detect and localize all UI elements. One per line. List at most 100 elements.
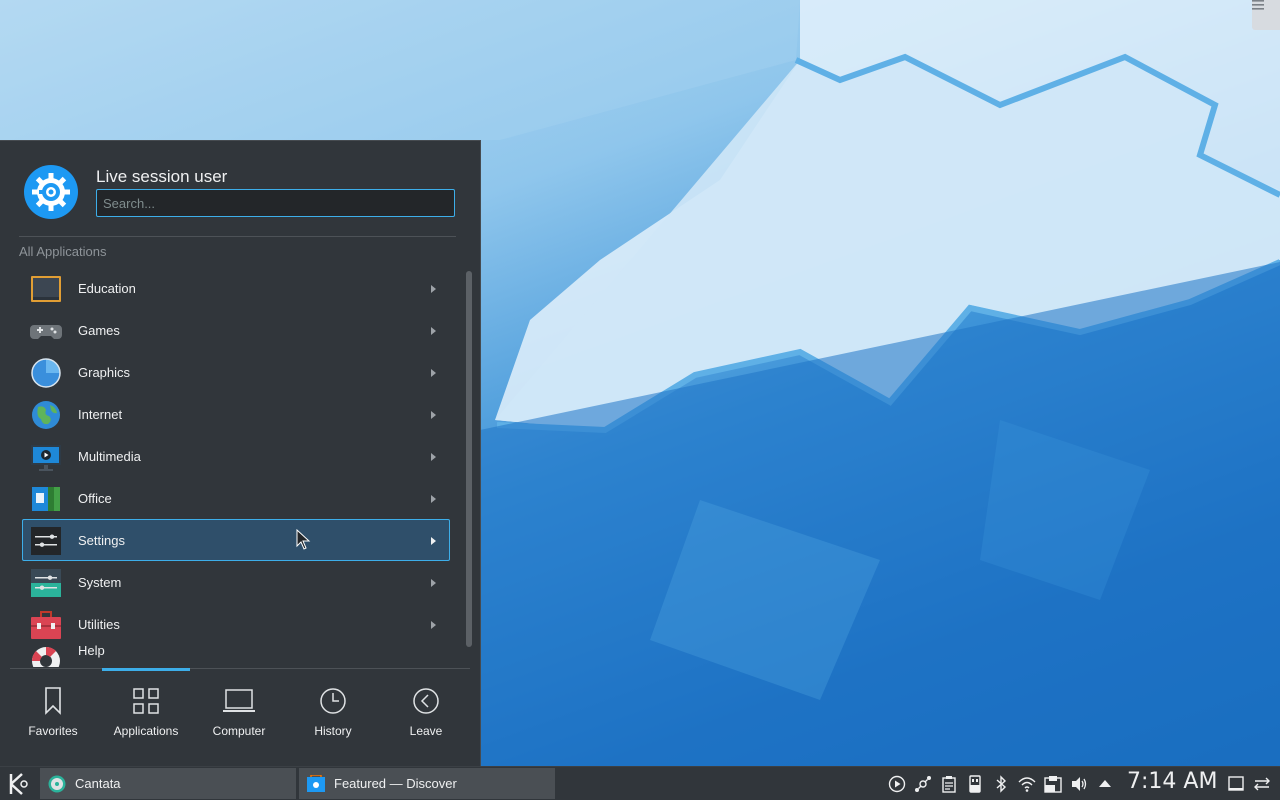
tab-computer[interactable]: Computer [193, 671, 285, 767]
category-label: Games [78, 322, 120, 338]
kde-connect-tray[interactable] [914, 775, 932, 793]
taskbar-panel: Cantata Featured — Discover 7:14 AM [0, 766, 1280, 800]
application-launcher-button[interactable] [4, 770, 32, 798]
kde-gear-icon [32, 173, 70, 211]
submenu-arrow-icon [431, 285, 436, 293]
tab-label: Leave [409, 724, 443, 738]
category-help[interactable]: Help [22, 639, 450, 667]
laptop-icon [223, 689, 255, 712]
category-games[interactable]: Games [22, 309, 450, 351]
bluetooth-tray[interactable] [992, 775, 1010, 793]
submenu-arrow-icon [431, 453, 436, 461]
task-discover[interactable]: Featured — Discover [299, 768, 555, 799]
grid-icon [133, 688, 159, 714]
submenu-arrow-icon [431, 621, 436, 629]
submenu-arrow-icon [431, 495, 436, 503]
tabbar-divider [10, 668, 470, 669]
graphics-icon [31, 358, 61, 388]
launcher-header: Live session user [0, 141, 481, 237]
kde-connect-icon [915, 776, 931, 792]
show-desktop-button[interactable] [1227, 775, 1245, 793]
education-chalkboard-icon [31, 276, 61, 302]
tab-favorites[interactable]: Favorites [7, 671, 99, 767]
category-label: Office [78, 490, 112, 506]
globe-icon [32, 401, 60, 429]
category-label: Settings [78, 532, 125, 548]
task-cantata[interactable]: Cantata [40, 768, 296, 799]
category-education[interactable]: Education [22, 267, 450, 309]
tab-label: Computer [212, 724, 266, 738]
cantata-icon [48, 775, 66, 792]
lifebuoy-icon [31, 646, 60, 667]
clock-icon [320, 688, 346, 714]
category-office[interactable]: Office [22, 477, 450, 519]
gamepad-icon [30, 325, 62, 339]
submenu-arrow-icon [431, 537, 436, 545]
category-label: Internet [78, 406, 123, 422]
device-notifier-tray[interactable] [966, 775, 984, 793]
category-internet[interactable]: Internet [22, 393, 450, 435]
launcher-tabbar: Favorites Applications Computer History … [0, 671, 481, 767]
expand-tray-icon [1099, 780, 1111, 787]
mouse-cursor-icon [296, 529, 311, 550]
submenu-arrow-icon [431, 579, 436, 587]
category-label: Help [78, 643, 105, 658]
network-tray[interactable] [1018, 775, 1036, 793]
tab-label: Applications [113, 724, 179, 738]
task-label: Cantata [75, 776, 121, 791]
discover-icon [307, 774, 325, 792]
volume-icon [1072, 777, 1087, 791]
media-play-icon [888, 775, 906, 793]
updates-tray[interactable] [1044, 775, 1062, 793]
category-graphics[interactable]: Graphics [22, 351, 450, 393]
section-heading: All Applications [19, 244, 107, 259]
submenu-arrow-icon [431, 327, 436, 335]
expand-tray-button[interactable] [1096, 775, 1114, 793]
tab-label: History [314, 724, 352, 738]
category-settings[interactable]: Settings [22, 519, 450, 561]
toolbox-icon [31, 611, 61, 639]
panel-settings-button[interactable] [1253, 775, 1271, 793]
updates-icon [1044, 776, 1062, 793]
submenu-arrow-icon [431, 369, 436, 377]
tab-history[interactable]: History [287, 671, 379, 767]
desktop-toolbox-button[interactable] [1252, 0, 1280, 30]
tab-label: Favorites [28, 724, 78, 738]
clipboard-icon [942, 776, 956, 793]
submenu-arrow-icon [431, 411, 436, 419]
header-divider [19, 236, 456, 237]
show-desktop-icon [1228, 776, 1244, 791]
clipboard-tray[interactable] [940, 775, 958, 793]
category-list-scrollbar[interactable] [466, 271, 472, 647]
username-label: Live session user [96, 167, 228, 186]
panel-configure-icon [1254, 777, 1270, 791]
multimedia-icon [31, 445, 61, 471]
category-label: Multimedia [78, 448, 141, 464]
category-system[interactable]: System [22, 561, 450, 603]
bluetooth-icon [996, 775, 1007, 793]
category-label: Utilities [78, 616, 120, 632]
category-multimedia[interactable]: Multimedia [22, 435, 450, 477]
application-launcher: Live session user All Applications Educa… [0, 140, 481, 766]
office-icon [32, 487, 60, 511]
search-input[interactable] [96, 189, 455, 217]
bookmark-icon [45, 687, 61, 715]
category-label: Education [78, 280, 136, 296]
settings-sliders-icon [31, 527, 61, 555]
kde-logo-icon [9, 773, 28, 795]
usb-device-icon [969, 775, 981, 793]
category-label: Graphics [78, 364, 131, 380]
tab-leave[interactable]: Leave [380, 671, 472, 767]
category-label: System [78, 574, 122, 590]
application-category-list: Education Games Graphics Internet Multim… [10, 267, 460, 667]
volume-tray[interactable] [1070, 775, 1088, 793]
media-player-tray[interactable] [888, 775, 906, 793]
hamburger-icon [1252, 0, 1264, 10]
wifi-icon [1018, 777, 1036, 792]
system-icon [31, 569, 61, 597]
tab-applications[interactable]: Applications [100, 671, 192, 767]
back-arrow-icon [413, 688, 439, 714]
digital-clock[interactable]: 7:14 AM [1127, 769, 1217, 794]
user-avatar[interactable] [24, 165, 78, 219]
task-label: Featured — Discover [334, 776, 457, 791]
